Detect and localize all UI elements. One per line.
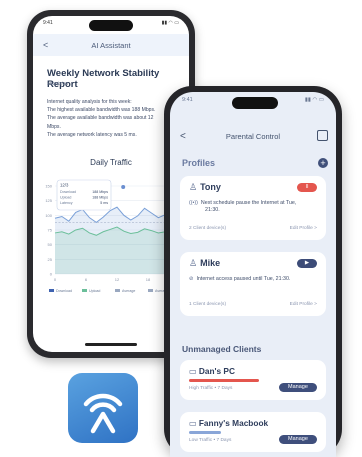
client-name: ▭ Fanny's Macbook bbox=[189, 418, 268, 428]
manage-button[interactable]: Manage bbox=[279, 435, 317, 444]
device-count: 1 Client device(s) bbox=[189, 302, 227, 307]
back-chevron-icon[interactable]: < bbox=[180, 131, 186, 142]
pause-toggle[interactable]: II bbox=[297, 183, 317, 192]
client-card-fannys-macbook[interactable]: ▭ Fanny's Macbook Low Traffic • 7 Days Ma… bbox=[180, 412, 326, 452]
tooltip-label: Upload bbox=[60, 196, 71, 200]
y-tick-label: 50 bbox=[48, 242, 53, 247]
status-time: 9:41 bbox=[182, 97, 193, 103]
edit-icon[interactable] bbox=[317, 130, 328, 141]
tooltip-value: 188 Mbps bbox=[92, 190, 108, 194]
legend-label: Upload bbox=[89, 289, 100, 293]
x-tick-label: 6 bbox=[85, 277, 88, 282]
schedule-info: ((•)) Next schedule pause the Internet at… bbox=[189, 200, 296, 207]
profile-name: ♙ Mike bbox=[189, 258, 220, 269]
back-chevron-icon[interactable]: < bbox=[43, 40, 48, 50]
edit-profile-link[interactable]: Edit Profile > bbox=[290, 302, 317, 307]
legend-swatch bbox=[82, 289, 87, 292]
x-tick-label: 12 bbox=[115, 277, 120, 282]
x-tick-label: 0 bbox=[54, 277, 57, 282]
traffic-bar bbox=[189, 379, 260, 382]
assistant-title: AI Assistant bbox=[91, 40, 131, 50]
profile-name: ♙ Tony bbox=[189, 182, 221, 193]
tooltip-marker bbox=[121, 185, 126, 189]
tooltip-label: Download bbox=[60, 190, 76, 194]
edit-profile-link[interactable]: Edit Profile > bbox=[290, 226, 317, 231]
client-name-text: Fanny's Macbook bbox=[198, 418, 269, 428]
profiles-heading: Profiles bbox=[182, 158, 216, 168]
blocked-icon: ⊘ bbox=[189, 276, 194, 282]
parental-header: < Parental Control bbox=[170, 130, 336, 146]
daily-traffic-chart[interactable]: 15012510075502500612182412/3Download188 … bbox=[37, 168, 185, 304]
unmanaged-heading: Unmanaged Clients bbox=[182, 344, 262, 354]
tooltip-label: Latency bbox=[60, 201, 73, 205]
person-icon: ♙ bbox=[189, 258, 198, 268]
parental-title: Parental Control bbox=[225, 132, 281, 141]
profile-card-tony[interactable]: ♙ Tony II ((•)) Next schedule pause the In… bbox=[180, 176, 326, 240]
legend-swatch bbox=[49, 289, 54, 292]
legend-label: Average bbox=[122, 289, 135, 293]
monitor-icon: ▭ bbox=[189, 366, 197, 376]
schedule-info-cont: 21:30. bbox=[205, 207, 220, 213]
parental-control-phone: 9:41 ▮▮ ◠ ▭ < Parental Control Profiles … bbox=[164, 86, 342, 457]
x-tick-label: 18 bbox=[146, 277, 151, 282]
dynamic-island bbox=[89, 20, 133, 31]
client-name: ▭ Dan's PC bbox=[189, 366, 235, 376]
profile-name-text: Tony bbox=[200, 182, 221, 192]
y-tick-label: 125 bbox=[45, 198, 52, 203]
paused-info: ⊘ Internet access paused until Tue, 21:30… bbox=[189, 276, 290, 283]
profile-card-mike[interactable]: ♙ Mike ▶ ⊘ Internet access paused until Tu… bbox=[180, 252, 326, 316]
signal-icons: ▮▮ ◠ ▭ bbox=[161, 20, 179, 26]
schedule-text: Next schedule pause the Internet at Tue, bbox=[200, 200, 297, 206]
y-tick-label: 150 bbox=[45, 184, 52, 189]
laptop-icon: ▭ bbox=[189, 418, 197, 428]
person-icon: ♙ bbox=[189, 182, 198, 192]
traffic-bar bbox=[189, 431, 221, 434]
traffic-summary: Low Traffic • 7 Days bbox=[189, 438, 232, 443]
y-tick-label: 100 bbox=[45, 213, 52, 218]
series-area bbox=[55, 227, 179, 274]
profile-footer: 2 Client device(s) Edit Profile > bbox=[189, 226, 317, 231]
profile-name-text: Mike bbox=[200, 258, 221, 268]
assistant-topbar: < AI Assistant bbox=[33, 34, 189, 56]
play-toggle[interactable]: ▶ bbox=[297, 259, 317, 268]
home-indicator bbox=[85, 343, 137, 346]
y-tick-label: 25 bbox=[48, 257, 53, 262]
tooltip-value: 5 ms bbox=[100, 201, 108, 205]
add-profile-button[interactable]: + bbox=[318, 158, 328, 168]
dynamic-island bbox=[232, 97, 278, 109]
device-count: 2 Client device(s) bbox=[189, 226, 227, 231]
wifi-tower-app-icon[interactable] bbox=[68, 373, 138, 443]
legend-swatch bbox=[115, 289, 120, 292]
traffic-summary: High Traffic • 7 Days bbox=[189, 386, 233, 391]
manage-button[interactable]: Manage bbox=[279, 383, 317, 392]
y-tick-label: 75 bbox=[48, 228, 53, 233]
client-name-text: Dan's PC bbox=[198, 366, 235, 376]
tooltip-date: 12/3 bbox=[60, 183, 69, 188]
parental-control-screen: 9:41 ▮▮ ◠ ▭ < Parental Control Profiles … bbox=[170, 92, 336, 457]
report-date: 2023/2/23 bbox=[47, 82, 69, 87]
signal-icons: ▮▮ ◠ ▭ bbox=[304, 97, 324, 103]
schedule-icon: ((•)) bbox=[189, 200, 198, 206]
chart-svg: 15012510075502500612182412/3Download188 … bbox=[45, 179, 182, 293]
legend-label: Download bbox=[56, 289, 72, 293]
paused-text: Internet access paused until Tue, 21:30. bbox=[196, 276, 291, 282]
legend-swatch bbox=[148, 289, 153, 292]
client-card-dans-pc[interactable]: ▭ Dan's PC High Traffic • 7 Days Manage bbox=[180, 360, 326, 400]
y-tick-label: 0 bbox=[50, 272, 53, 277]
wifi-tower-icon bbox=[83, 393, 123, 434]
status-time: 9:41 bbox=[43, 20, 53, 26]
profile-footer: 1 Client device(s) Edit Profile > bbox=[189, 302, 317, 307]
tooltip-value: 188 Mbps bbox=[92, 196, 108, 200]
